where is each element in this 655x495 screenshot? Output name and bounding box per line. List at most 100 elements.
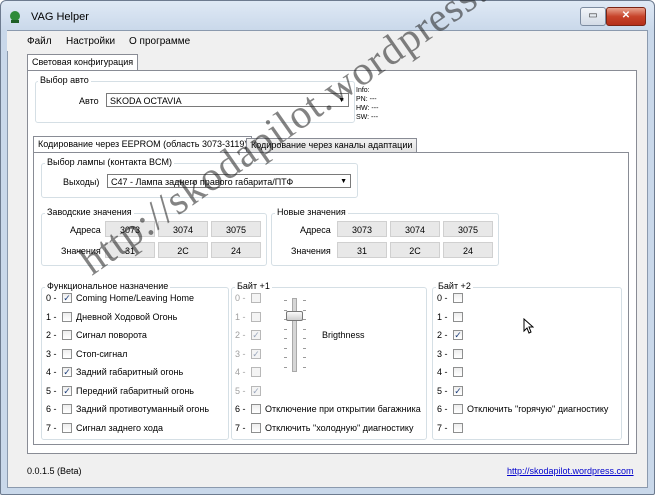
byte1-row-checkbox[interactable] bbox=[251, 293, 261, 303]
byte2-row-index: 2 - bbox=[437, 330, 448, 340]
function-row-checkbox[interactable]: ✓ bbox=[62, 293, 72, 303]
byte2-group-label: Байт +2 bbox=[436, 281, 473, 291]
byte1-row-index: 5 - bbox=[235, 385, 246, 396]
new-address-cell[interactable]: 3074 bbox=[390, 221, 440, 237]
menu-about[interactable]: О программе bbox=[129, 36, 190, 47]
slider-tick bbox=[303, 366, 306, 368]
new-value-cell[interactable]: 31 bbox=[337, 242, 387, 258]
byte1-row-checkbox[interactable] bbox=[251, 404, 261, 414]
function-row-checkbox[interactable]: ✓ bbox=[62, 367, 72, 377]
app-icon bbox=[8, 10, 22, 24]
slider-tick bbox=[284, 366, 287, 368]
byte2-row-label: Отключить "горячую" диагностику bbox=[467, 404, 609, 414]
byte2-row-index: 3 - bbox=[437, 348, 448, 359]
slider-tick bbox=[303, 347, 306, 349]
function-row-label: Сигнал поворота bbox=[76, 330, 147, 340]
function-row-checkbox[interactable] bbox=[62, 404, 72, 414]
byte2-row-checkbox[interactable] bbox=[453, 404, 463, 414]
lamp-field-label: Выходы) bbox=[63, 177, 100, 187]
function-row-checkbox[interactable] bbox=[62, 330, 72, 340]
info-sw: SW: --- bbox=[356, 114, 379, 121]
byte1-row-index: 2 - bbox=[235, 330, 246, 340]
byte1-row-index: 1 - bbox=[235, 311, 246, 322]
function-row-label: Сигнал заднего хода bbox=[76, 422, 163, 433]
function-row-checkbox[interactable] bbox=[62, 422, 72, 433]
byte1-row-index: 0 - bbox=[235, 293, 246, 303]
new-address-cell[interactable]: 3073 bbox=[337, 221, 387, 237]
slider-tick bbox=[303, 300, 306, 301]
byte2-row-checkbox[interactable] bbox=[453, 422, 463, 433]
menu-settings[interactable]: Настройки bbox=[66, 36, 115, 47]
site-link[interactable]: http://skodapilot.wordpress.com bbox=[507, 466, 634, 476]
byte2-row-checkbox[interactable] bbox=[453, 293, 463, 303]
car-select-label: Выбор авто bbox=[38, 75, 91, 85]
slider-tick bbox=[303, 328, 306, 330]
function-group-label: Функциональное назначение bbox=[45, 281, 171, 291]
byte1-group bbox=[231, 287, 427, 440]
byte2-row-index: 1 - bbox=[437, 311, 448, 322]
new-address-label: Адреса bbox=[300, 225, 331, 235]
new-value-cell[interactable]: 2C bbox=[390, 242, 440, 258]
function-row-label: Задний противотуманный огонь bbox=[76, 404, 210, 414]
factory-value-cell: 24 bbox=[211, 242, 261, 258]
brightness-slider-thumb[interactable] bbox=[286, 311, 303, 321]
menu-file[interactable]: Файл bbox=[27, 36, 52, 47]
function-row-checkbox[interactable] bbox=[62, 348, 72, 359]
slider-tick bbox=[284, 347, 287, 349]
function-row-checkbox[interactable]: ✓ bbox=[62, 385, 72, 396]
function-row-label: Дневной Ходовой Огонь bbox=[76, 311, 178, 322]
chevron-down-icon: ▼ bbox=[340, 178, 347, 185]
byte2-row-checkbox[interactable] bbox=[453, 348, 463, 359]
function-row-label: Стоп-сигнал bbox=[76, 348, 128, 359]
byte1-row-index: 6 - bbox=[235, 404, 246, 414]
car-select-value: SKODA OCTAVIA bbox=[110, 96, 182, 106]
byte1-row-label: Отключение при открытии багажника bbox=[265, 404, 421, 414]
function-row-index: 3 - bbox=[46, 348, 57, 359]
version-label: 0.0.1.5 (Beta) bbox=[27, 466, 82, 476]
function-row-label: Задний габаритный огонь bbox=[76, 367, 184, 377]
byte2-row-index: 0 - bbox=[437, 293, 448, 303]
byte2-row-checkbox[interactable] bbox=[453, 311, 463, 322]
function-row-index: 4 - bbox=[46, 367, 57, 377]
byte2-row-checkbox[interactable] bbox=[453, 367, 463, 377]
function-row-checkbox[interactable] bbox=[62, 311, 72, 322]
byte1-row-checkbox[interactable] bbox=[251, 422, 261, 433]
new-address-cell[interactable]: 3075 bbox=[443, 221, 493, 237]
byte2-row-index: 6 - bbox=[437, 404, 448, 414]
byte1-group-label: Байт +1 bbox=[235, 281, 272, 291]
factory-value-cell: 2C bbox=[158, 242, 208, 258]
factory-address-cell: 3075 bbox=[211, 221, 261, 237]
slider-tick bbox=[284, 328, 287, 330]
byte1-row-checkbox[interactable]: ✓ bbox=[251, 348, 261, 359]
byte1-row-index: 7 - bbox=[235, 422, 246, 433]
function-row-index: 7 - bbox=[46, 422, 57, 433]
slider-tick bbox=[303, 357, 306, 358]
new-value-cell[interactable]: 24 bbox=[443, 242, 493, 258]
byte2-row-index: 5 - bbox=[437, 385, 448, 396]
byte2-row-checkbox[interactable]: ✓ bbox=[453, 385, 463, 396]
window-title: VAG Helper bbox=[31, 11, 89, 23]
tab-light-config[interactable]: Световая конфигурация bbox=[27, 54, 139, 70]
slider-tick bbox=[284, 300, 287, 301]
function-row-label: Передний габаритный огонь bbox=[76, 385, 194, 396]
function-row-index: 5 - bbox=[46, 385, 57, 396]
new-value-label: Значения bbox=[291, 246, 331, 256]
byte2-group bbox=[432, 287, 622, 440]
byte1-row-checkbox[interactable]: ✓ bbox=[251, 330, 261, 340]
byte1-row-label: Отключить "холодную" диагностику bbox=[265, 422, 414, 433]
function-row-index: 6 - bbox=[46, 404, 57, 414]
new-values-label: Новые значения bbox=[275, 207, 348, 217]
slider-tick bbox=[303, 319, 306, 320]
byte1-row-checkbox[interactable]: ✓ bbox=[251, 385, 261, 396]
close-button[interactable]: ✕ bbox=[606, 7, 646, 26]
function-group bbox=[41, 287, 229, 440]
byte1-row-checkbox[interactable] bbox=[251, 367, 261, 377]
slider-tick bbox=[303, 338, 306, 339]
brightness-label: Brigthness bbox=[322, 330, 365, 340]
byte2-row-checkbox[interactable]: ✓ bbox=[453, 330, 463, 340]
byte2-row-index: 4 - bbox=[437, 367, 448, 377]
restore-button[interactable]: ▭ bbox=[580, 7, 606, 26]
function-row-index: 0 - bbox=[46, 293, 57, 303]
mouse-cursor-icon bbox=[523, 317, 535, 336]
byte1-row-checkbox[interactable] bbox=[251, 311, 261, 322]
